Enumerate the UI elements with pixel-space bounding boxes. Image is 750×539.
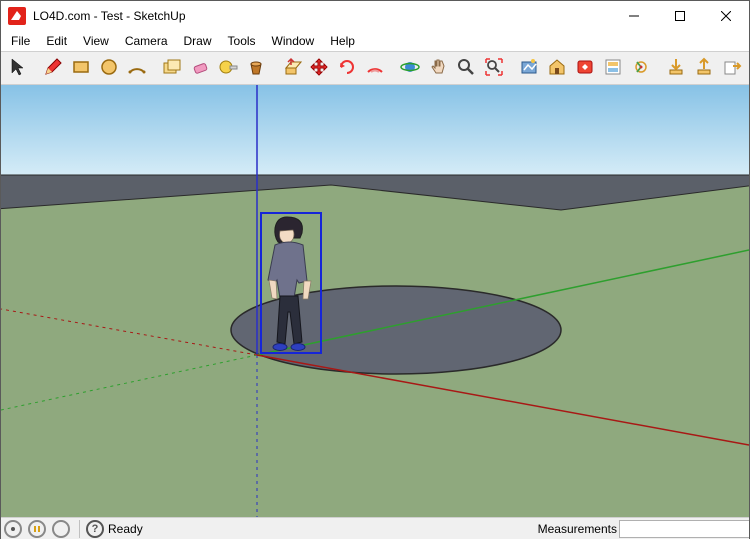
follow-me-tool[interactable] bbox=[628, 54, 654, 82]
download-tool[interactable] bbox=[663, 54, 689, 82]
pan-tool[interactable] bbox=[425, 54, 451, 82]
pan-icon bbox=[427, 56, 449, 81]
line-tool[interactable] bbox=[40, 54, 66, 82]
pencil-icon bbox=[42, 56, 64, 81]
rotate-icon bbox=[336, 56, 358, 81]
rotate-tool[interactable] bbox=[334, 54, 360, 82]
zoom-tool[interactable] bbox=[453, 54, 479, 82]
eraser-icon bbox=[189, 56, 211, 81]
window-title: LO4D.com - Test - SketchUp bbox=[33, 9, 186, 23]
download-icon bbox=[665, 56, 687, 81]
zoom-icon bbox=[455, 56, 477, 81]
status-hint-2[interactable] bbox=[28, 520, 46, 538]
status-text: Ready bbox=[108, 522, 143, 536]
rect-icon bbox=[70, 56, 92, 81]
status-hint-3[interactable] bbox=[52, 520, 70, 538]
bucket-icon bbox=[245, 56, 267, 81]
measurements-label: Measurements bbox=[538, 522, 619, 536]
orbit-icon bbox=[399, 56, 421, 81]
status-hint-1[interactable] bbox=[4, 520, 22, 538]
help-icon[interactable]: ? bbox=[86, 520, 104, 538]
pushpull-icon bbox=[280, 56, 302, 81]
layout-tool[interactable] bbox=[600, 54, 626, 82]
menu-draw[interactable]: Draw bbox=[176, 32, 220, 50]
menu-window[interactable]: Window bbox=[264, 32, 323, 50]
move-icon bbox=[308, 56, 330, 81]
menu-edit[interactable]: Edit bbox=[38, 32, 75, 50]
zoomextents-icon bbox=[483, 56, 505, 81]
sky bbox=[1, 85, 749, 180]
minimize-button[interactable] bbox=[611, 1, 657, 31]
viewport[interactable] bbox=[1, 85, 749, 517]
export-icon bbox=[721, 56, 743, 81]
cursor-icon bbox=[7, 56, 29, 81]
select-tool[interactable] bbox=[5, 54, 31, 82]
layout-icon bbox=[602, 56, 624, 81]
tape-measure-tool[interactable] bbox=[215, 54, 241, 82]
paint-bucket-tool[interactable] bbox=[243, 54, 269, 82]
measurements-input[interactable] bbox=[619, 520, 749, 538]
add-location-tool[interactable] bbox=[516, 54, 542, 82]
app-icon bbox=[7, 6, 27, 26]
menu-view[interactable]: View bbox=[75, 32, 117, 50]
titlebar: LO4D.com - Test - SketchUp bbox=[1, 1, 749, 31]
upload-tool[interactable] bbox=[691, 54, 717, 82]
circle-icon bbox=[98, 56, 120, 81]
component-icon bbox=[161, 56, 183, 81]
make-component-tool[interactable] bbox=[159, 54, 185, 82]
close-button[interactable] bbox=[703, 1, 749, 31]
upload-icon bbox=[693, 56, 715, 81]
orbit-tool[interactable] bbox=[397, 54, 423, 82]
extwh-icon bbox=[574, 56, 596, 81]
export-tool[interactable] bbox=[719, 54, 745, 82]
maximize-button[interactable] bbox=[657, 1, 703, 31]
arc-tool[interactable] bbox=[124, 54, 150, 82]
move-tool[interactable] bbox=[306, 54, 332, 82]
offset-tool[interactable] bbox=[362, 54, 388, 82]
zoom-extents-tool[interactable] bbox=[481, 54, 507, 82]
extension-warehouse-tool[interactable] bbox=[572, 54, 598, 82]
menu-tools[interactable]: Tools bbox=[220, 32, 264, 50]
tape-icon bbox=[217, 56, 239, 81]
menu-file[interactable]: File bbox=[3, 32, 38, 50]
arc-icon bbox=[126, 56, 148, 81]
location-icon bbox=[518, 56, 540, 81]
rectangle-tool[interactable] bbox=[68, 54, 94, 82]
push-pull-tool[interactable] bbox=[278, 54, 304, 82]
circle-tool[interactable] bbox=[96, 54, 122, 82]
menu-camera[interactable]: Camera bbox=[117, 32, 176, 50]
offset-icon bbox=[364, 56, 386, 81]
statusbar: ? Ready Measurements bbox=[1, 517, 749, 539]
menubar: FileEditViewCameraDrawToolsWindowHelp bbox=[1, 31, 749, 51]
toolbar bbox=[1, 51, 749, 85]
scene-canvas[interactable] bbox=[1, 85, 749, 517]
3d-warehouse-tool[interactable] bbox=[544, 54, 570, 82]
eraser-tool[interactable] bbox=[187, 54, 213, 82]
followme-icon bbox=[630, 56, 652, 81]
menu-help[interactable]: Help bbox=[322, 32, 363, 50]
warehouse-icon bbox=[546, 56, 568, 81]
